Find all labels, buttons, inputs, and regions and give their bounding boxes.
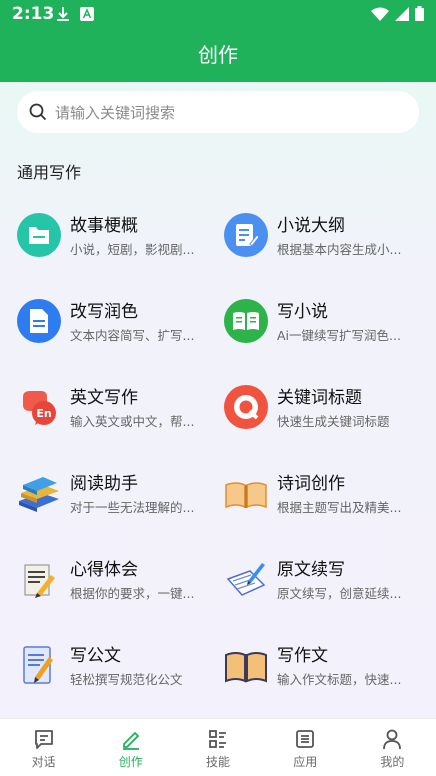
- item-keyword-title[interactable]: 关键词标题 快速生成关键词标题: [224, 381, 424, 437]
- folder-icon: [17, 213, 61, 257]
- item-title: 诗词创作: [277, 474, 345, 494]
- item-desc: 对于一些无法理解的...: [70, 500, 195, 515]
- item-title: 心得体会: [70, 560, 138, 580]
- search-icon: [29, 103, 47, 121]
- item-english-writing[interactable]: En 英文写作 输入英文或中文，帮...: [17, 381, 217, 437]
- item-reflections[interactable]: 心得体会 根据你的要求，一键...: [17, 553, 217, 609]
- tab-chat[interactable]: 对话: [0, 719, 87, 776]
- reading-book-icon: [225, 652, 267, 683]
- item-title: 写公文: [70, 646, 121, 666]
- user-icon: [383, 729, 402, 750]
- q-ring-icon: [224, 385, 268, 429]
- tab-skills[interactable]: 技能: [174, 719, 261, 776]
- item-title: 写作文: [277, 646, 328, 666]
- item-official-document[interactable]: 写公文 轻松撰写规范化公文: [17, 639, 217, 695]
- item-desc: Ai一键续写扩写润色...: [277, 328, 401, 343]
- apps-list-icon: [296, 730, 315, 748]
- chat-icon: [34, 730, 53, 749]
- item-title: 原文续写: [277, 560, 345, 580]
- tab-label: 创作: [118, 755, 143, 769]
- download-icon: [57, 7, 69, 21]
- font-a-icon: [80, 7, 94, 21]
- tab-mine[interactable]: 我的: [349, 719, 436, 776]
- item-rewrite-polish[interactable]: 改写润色 文本内容简写、扩写...: [17, 295, 217, 351]
- item-poetry-creation[interactable]: 诗词创作 根据主题写出及精美...: [224, 467, 424, 523]
- item-reading-assistant[interactable]: 阅读助手 对于一些无法理解的...: [17, 467, 217, 523]
- item-desc: 文本内容简写、扩写...: [70, 328, 195, 343]
- document-icon: [17, 299, 61, 343]
- document-pencil-icon: [23, 646, 53, 684]
- signal-icon: [395, 6, 409, 21]
- item-title: 改写润色: [70, 302, 138, 322]
- item-title: 关键词标题: [277, 388, 362, 408]
- item-write-novel[interactable]: 写小说 Ai一键续写扩写润色...: [224, 295, 424, 351]
- bottom-tab-bar: 对话 创作 技能 应用 我的: [0, 718, 436, 776]
- content-area: 请输入关键词搜索 通用写作 故事梗概 小说，短剧，影视剧... 小说大纲 根据基…: [0, 82, 436, 718]
- tab-label: 对话: [31, 755, 56, 769]
- title-bar: 创作: [0, 30, 436, 82]
- item-title: 故事梗概: [70, 216, 138, 236]
- book-stack-icon: [19, 477, 59, 512]
- skills-list-icon: [209, 730, 226, 748]
- page-title: 创作: [198, 43, 238, 67]
- item-desc: 输入英文或中文，帮...: [70, 414, 195, 429]
- battery-icon: [415, 6, 424, 21]
- item-story-synopsis[interactable]: 故事梗概 小说，短剧，影视剧...: [17, 209, 217, 265]
- item-title: 小说大纲: [277, 216, 345, 236]
- item-desc: 输入作文标题，快速...: [277, 672, 402, 687]
- item-continue-writing[interactable]: 原文续写 原文续写，创意延续...: [224, 553, 424, 609]
- item-title: 写小说: [277, 302, 328, 322]
- search-input[interactable]: 请输入关键词搜索: [17, 91, 419, 133]
- notepad-pencil-icon: [24, 564, 55, 598]
- tab-label: 技能: [206, 755, 231, 769]
- wifi-icon: [371, 7, 389, 21]
- status-time: 2:13: [12, 4, 55, 24]
- notebook-pen-icon: [226, 563, 266, 596]
- tab-label: 应用: [293, 755, 318, 769]
- item-title: 英文写作: [70, 388, 138, 408]
- svg-text:En: En: [36, 407, 51, 420]
- tab-apps[interactable]: 应用: [262, 719, 349, 776]
- item-novel-outline[interactable]: 小说大纲 根据基本内容生成小...: [224, 209, 424, 265]
- item-desc: 根据主题写出及精美...: [277, 500, 402, 515]
- search-placeholder: 请输入关键词搜索: [55, 103, 176, 122]
- item-title: 阅读助手: [70, 474, 138, 494]
- tab-label: 我的: [380, 755, 405, 769]
- item-desc: 原文续写，创意延续...: [277, 586, 402, 601]
- item-desc: 小说，短剧，影视剧...: [70, 242, 195, 257]
- item-write-essay[interactable]: 写作文 输入作文标题，快速...: [224, 639, 424, 695]
- tab-create[interactable]: 创作: [87, 719, 174, 776]
- open-book-icon: [224, 299, 268, 343]
- item-desc: 快速生成关键词标题: [277, 414, 390, 429]
- english-bubble-icon: En: [23, 391, 56, 425]
- section-title: 通用写作: [17, 163, 82, 182]
- item-desc: 根据你的要求，一键...: [70, 586, 195, 601]
- document-edit-icon: [224, 213, 268, 257]
- item-desc: 轻松撰写规范化公文: [70, 672, 183, 687]
- item-desc: 根据基本内容生成小...: [277, 242, 402, 257]
- pencil-icon: [122, 732, 139, 750]
- status-bar: 2:13: [0, 0, 436, 30]
- open-book-orange-icon: [225, 482, 267, 509]
